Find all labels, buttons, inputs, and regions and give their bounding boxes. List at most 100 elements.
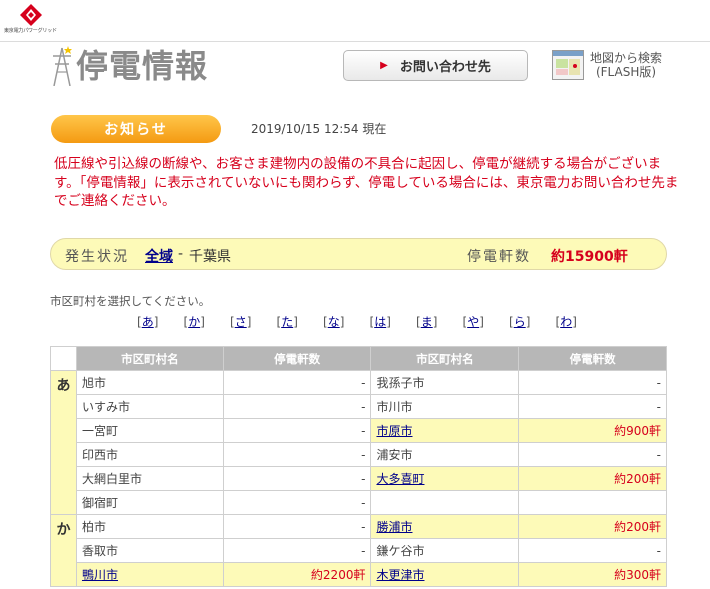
- kana-index-item: [ら]: [509, 315, 531, 329]
- contact-button-label: お問い合わせ先: [399, 60, 491, 75]
- kana-index-item: [わ]: [555, 315, 577, 329]
- outage-status-bar: 発生状況 全域 - 千葉県 停電軒数 約15900軒: [50, 238, 667, 270]
- city-name-cell: 我孫子市: [370, 370, 520, 395]
- city-name-cell: 大網白里市: [75, 466, 224, 491]
- column-header-city: 市区町村名: [370, 346, 520, 371]
- kana-index-item: [は]: [369, 315, 391, 329]
- kana-link-ha[interactable]: は: [374, 315, 386, 329]
- kana-index-item: [た]: [276, 315, 298, 329]
- table-corner: [50, 346, 77, 371]
- city-name-cell: 一宮町: [75, 418, 224, 443]
- column-header-count: 停電軒数: [518, 346, 667, 371]
- status-separator: -: [178, 246, 184, 262]
- news-badge: お知らせ: [51, 115, 221, 143]
- map-icon: [552, 50, 584, 80]
- city-name-cell: 柏市: [75, 514, 224, 539]
- kana-index-nav: [あ] [か] [さ] [た] [な] [は] [ま] [や] [ら] [わ]: [137, 313, 602, 330]
- city-name-cell: 木更津市: [370, 562, 520, 587]
- kana-link-ra[interactable]: ら: [514, 315, 526, 329]
- city-name-cell: 印西市: [75, 442, 224, 467]
- city-outage-table: 市区町村名 停電軒数 市区町村名 停電軒数 あ旭市 - 我孫子市 - いすみ市 - 市川市 -…: [50, 346, 667, 587]
- city-name-cell: 勝浦市: [370, 514, 520, 539]
- city-link[interactable]: 木更津市: [376, 568, 424, 582]
- city-link[interactable]: 大多喜町: [376, 472, 424, 486]
- power-tower-icon: [53, 46, 72, 86]
- table-row: いすみ市 - 市川市 -: [51, 394, 667, 419]
- outage-count-cell: -: [518, 394, 667, 419]
- table-row: あ旭市 - 我孫子市 -: [50, 370, 667, 515]
- city-name-cell: 御宿町: [75, 490, 224, 515]
- city-link[interactable]: 市原市: [376, 424, 412, 438]
- city-link[interactable]: 勝浦市: [376, 520, 412, 534]
- prefecture-name: 千葉県: [189, 249, 231, 265]
- city-name-cell: 市原市: [370, 418, 520, 443]
- table-row: 印西市 - 浦安市 -: [51, 442, 667, 467]
- page-title-area: 停電情報: [50, 46, 208, 86]
- map-search-link[interactable]: 地図から検索 (FLASH版): [552, 50, 662, 80]
- table-row: 香取市 - 鎌ケ谷市 -: [51, 538, 667, 563]
- city-name-cell: 鴨川市: [75, 562, 224, 587]
- kana-index-item: [ま]: [416, 315, 438, 329]
- table-row: か柏市 - 勝浦市 約200軒: [50, 514, 667, 587]
- map-link-line2: (FLASH版): [595, 65, 657, 79]
- column-header-city: 市区町村名: [75, 346, 224, 371]
- city-name-cell: 市川市: [370, 394, 520, 419]
- outage-count-cell: [518, 490, 667, 515]
- outage-count-cell: 約900軒: [518, 418, 667, 443]
- outage-count-cell: -: [518, 538, 667, 563]
- kana-index-item: [か]: [183, 315, 205, 329]
- table-row: 一宮町 - 市原市 約900軒: [51, 418, 667, 443]
- update-timestamp: 2019/10/15 12:54 現在: [251, 122, 387, 136]
- outage-count-cell: 約200軒: [518, 466, 667, 491]
- outage-count-cell: -: [222, 514, 372, 539]
- city-name-cell: 大多喜町: [370, 466, 520, 491]
- city-name-cell: 香取市: [75, 538, 224, 563]
- play-arrow-icon: ▶: [380, 60, 388, 71]
- outage-count-cell: -: [518, 442, 667, 467]
- city-name-cell: いすみ市: [75, 394, 224, 419]
- outage-count-label: 停電軒数: [467, 249, 531, 265]
- outage-count-cell: -: [222, 418, 372, 443]
- city-name-cell: 鎌ケ谷市: [370, 538, 520, 563]
- kana-link-ta[interactable]: た: [281, 315, 293, 329]
- kana-link-wa[interactable]: わ: [560, 315, 572, 329]
- kana-index-item: [さ]: [230, 315, 252, 329]
- table-row: 大網白里市 - 大多喜町 約200軒: [51, 466, 667, 491]
- outage-count-cell: -: [222, 538, 372, 563]
- kana-link-a[interactable]: あ: [142, 315, 154, 329]
- region-all-link[interactable]: 全域: [145, 246, 173, 266]
- outage-count-cell: -: [518, 370, 667, 395]
- tepco-logo[interactable]: 東京電力パワーグリッド: [4, 4, 64, 38]
- map-link-line1: 地図から検索: [590, 51, 663, 65]
- outage-count-cell: -: [222, 442, 372, 467]
- kana-link-ya[interactable]: や: [467, 315, 479, 329]
- logo-text: 東京電力パワーグリッド: [4, 28, 57, 34]
- outage-count-cell: -: [222, 370, 372, 395]
- header-divider: [0, 41, 710, 42]
- kana-link-na[interactable]: な: [328, 315, 340, 329]
- outage-count-cell: -: [222, 466, 372, 491]
- table-row: 鴨川市 約2200軒 木更津市 約300軒: [51, 562, 667, 587]
- kana-index-item: [や]: [462, 315, 484, 329]
- outage-count-cell: 約2200軒: [222, 562, 372, 587]
- contact-button[interactable]: ▶ お問い合わせ先: [343, 50, 528, 81]
- status-label: 発生状況: [65, 249, 129, 265]
- column-header-count: 停電軒数: [222, 346, 372, 371]
- table-row: 御宿町 -: [51, 490, 667, 515]
- outage-count-cell: 約200軒: [518, 514, 667, 539]
- city-name-cell: 旭市: [75, 370, 224, 395]
- table-body: あ旭市 - 我孫子市 - いすみ市 - 市川市 - 一宮町 - 市原市 約900軒 印西市 - 浦安市 - 大網…: [50, 370, 667, 587]
- kana-link-ka[interactable]: か: [188, 315, 200, 329]
- city-name-cell: [370, 490, 520, 515]
- kana-group-label: あ: [50, 370, 77, 515]
- city-link[interactable]: 鴨川市: [82, 568, 118, 582]
- kana-link-ma[interactable]: ま: [421, 315, 433, 329]
- kana-index-item: [な]: [323, 315, 345, 329]
- city-name-cell: 浦安市: [370, 442, 520, 467]
- kana-link-sa[interactable]: さ: [235, 315, 247, 329]
- outage-count-cell: 約300軒: [518, 562, 667, 587]
- outage-count-value: 約15900軒: [551, 249, 628, 265]
- outage-count-cell: -: [222, 490, 372, 515]
- tepco-logo-mark: [20, 4, 42, 26]
- page-title: 停電情報: [76, 47, 209, 85]
